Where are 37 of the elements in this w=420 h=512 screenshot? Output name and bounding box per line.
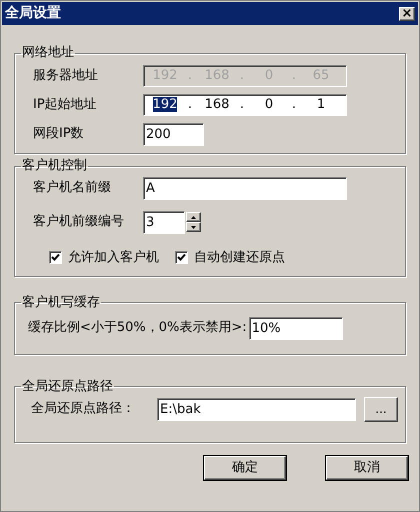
- group-title: 客户机写缓存: [21, 294, 101, 310]
- ip-separator: .: [290, 96, 298, 114]
- field-label: 全局还原点路径：: [31, 400, 136, 418]
- ip-separator: .: [186, 67, 194, 86]
- path-field[interactable]: E:\bak: [157, 398, 356, 420]
- ip-separator: .: [238, 67, 246, 86]
- input-field[interactable]: 200: [143, 122, 204, 146]
- window-title: 全局设置: [5, 4, 61, 23]
- field-label: 服务器地址: [33, 67, 99, 86]
- number-field[interactable]: 3: [143, 210, 185, 234]
- ip-octet: 0: [264, 96, 274, 114]
- field-label: 客户机名前缀: [33, 179, 112, 198]
- group-title: 客户机控制: [21, 158, 88, 174]
- checkbox-label: 允许加入客户机: [68, 249, 159, 267]
- dialog-button[interactable]: 确定: [204, 456, 286, 480]
- field-label: 客户机前缀编号: [33, 213, 125, 232]
- group-title: 全局还原点路径: [21, 378, 114, 394]
- input-field[interactable]: 10%: [248, 316, 343, 340]
- ip-octet: 168: [204, 96, 230, 114]
- checkbox-label: 自动创建还原点: [194, 249, 285, 267]
- dialog-button[interactable]: 取消: [326, 456, 408, 480]
- ip-octet: 192: [152, 96, 178, 114]
- input-field[interactable]: A: [143, 176, 347, 200]
- field-label: IP起始地址: [33, 96, 98, 114]
- checkbox[interactable]: [175, 251, 188, 264]
- field-label: 网段IP数: [33, 125, 85, 144]
- ip-separator: .: [238, 96, 246, 114]
- browse-button[interactable]: ...: [364, 396, 398, 422]
- ip-address-field[interactable]: 192 . 168 . 0 . 1: [143, 94, 347, 116]
- close-button[interactable]: ×: [399, 6, 415, 20]
- ip-octet: 1: [316, 96, 326, 114]
- checkbox[interactable]: [49, 251, 62, 264]
- ip-separator: .: [186, 96, 194, 114]
- field-label: 缓存比例<小于50%，0%表示禁用>:: [28, 319, 247, 338]
- spinner-buttons[interactable]: [186, 212, 201, 232]
- group-title: 网络地址: [21, 45, 75, 61]
- ip-separator: .: [290, 67, 298, 86]
